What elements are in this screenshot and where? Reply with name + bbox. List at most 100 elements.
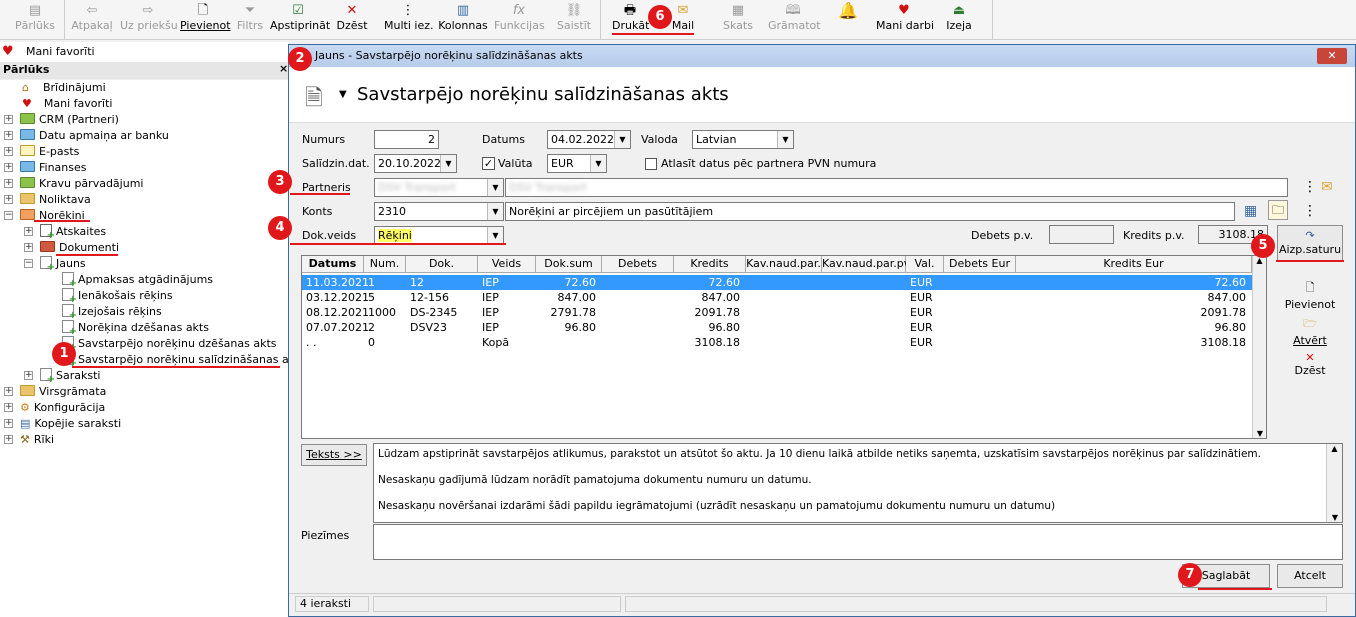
functions-button[interactable]: fx Funkcijas xyxy=(494,2,545,36)
vat-filter-checkbox[interactable] xyxy=(645,158,657,170)
calculator-icon[interactable]: ▦ xyxy=(1244,203,1257,219)
close-icon[interactable]: × xyxy=(279,62,288,75)
tree-item-lists[interactable]: Saraksti xyxy=(40,368,100,384)
mail-icon[interactable]: ✉ xyxy=(1321,179,1333,195)
column-header-debit-eur[interactable]: Debets Eur xyxy=(944,256,1016,273)
column-header-credit[interactable]: Kredits xyxy=(674,256,746,273)
link-button[interactable]: ⛓ Saistīt xyxy=(556,2,592,36)
tree-item-freight[interactable]: Kravu pārvadājumi xyxy=(20,176,143,192)
favorites-bar[interactable]: ♥ Mani favorīti xyxy=(0,42,289,62)
table-row[interactable]: 07.07.2021 2 DSV23 IEP 96.80 96.80 EUR 96.80 xyxy=(302,320,1252,335)
folder-icon[interactable]: 🗀 xyxy=(1268,200,1288,220)
fill-content-button[interactable]: ↷ Aizp.saturu xyxy=(1277,225,1343,261)
expand-icon[interactable]: + xyxy=(24,227,33,236)
column-header-debit[interactable]: Debets xyxy=(602,256,674,273)
expand-icon[interactable]: + xyxy=(4,419,13,428)
currency-checkbox[interactable]: ✓ xyxy=(482,157,495,170)
column-header-credit-eur[interactable]: Kredits Eur xyxy=(1016,256,1252,273)
column-header-num[interactable]: Num. xyxy=(364,256,406,273)
more-dots-icon[interactable]: ⋮ xyxy=(1303,203,1317,219)
tree-item-bank[interactable]: Datu apmaiņa ar banku xyxy=(20,128,169,144)
table-row[interactable]: 08.12.2021 1000 DS-2345 IEP 2791.78 2091.78 EU… xyxy=(302,305,1252,320)
approve-button[interactable]: ☑ Apstiprināt xyxy=(270,2,330,36)
partner-code-field[interactable]: DSV Transport ▼ xyxy=(374,178,504,197)
tree-item-configuration[interactable]: ⚙ Konfigurācija xyxy=(20,400,105,416)
expand-icon[interactable]: + xyxy=(4,179,13,188)
post-button[interactable]: 🕮 Grāmatot xyxy=(768,2,821,36)
chevron-down-icon[interactable]: ▼ xyxy=(339,89,347,100)
tree-item-mutual-write-off[interactable]: Savstarpējo norēķinu dzēšanas akts xyxy=(62,336,277,352)
open-line-button[interactable]: 🗁 Atvērt xyxy=(1277,315,1343,347)
notes-field[interactable] xyxy=(373,524,1343,560)
table-row[interactable]: . . 0 Kopā 3108.18 EUR 3108.18 xyxy=(302,335,1252,350)
expand-icon[interactable]: + xyxy=(4,403,13,412)
chevron-down-icon[interactable]: ▼ xyxy=(487,179,503,196)
add-line-button[interactable]: 🗋 Pievienot xyxy=(1277,279,1343,311)
partner-name-field[interactable]: DSV Transport xyxy=(505,178,1288,197)
chevron-down-icon[interactable]: ▼ xyxy=(614,131,630,148)
chevron-down-icon[interactable]: ▼ xyxy=(440,155,456,172)
back-button[interactable]: ⇦ Atpakaļ xyxy=(70,2,114,36)
tree-item-incoming-invoice[interactable]: Ienākošais rēķins xyxy=(62,288,173,304)
account-code-field[interactable]: 2310 ▼ xyxy=(374,202,504,221)
account-name-field[interactable]: Norēķini ar pircējiem un pasūtītājiem xyxy=(505,202,1235,221)
column-header-date[interactable]: Datums xyxy=(302,256,364,273)
delete-button[interactable]: ✕ Dzēst xyxy=(334,2,370,36)
chevron-down-icon[interactable]: ▼ xyxy=(777,131,793,148)
column-header-doc[interactable]: Dok. xyxy=(406,256,478,273)
tree-item-new[interactable]: Jauns xyxy=(40,256,86,272)
tree-item-settlement-write-off[interactable]: Norēķina dzēšanas akts xyxy=(62,320,209,336)
chevron-down-icon[interactable]: ▼ xyxy=(487,203,503,220)
chevron-down-icon[interactable]: ▼ xyxy=(487,227,503,244)
language-select[interactable]: Latvian ▼ xyxy=(692,130,794,149)
cancel-button[interactable]: Atcelt xyxy=(1277,564,1343,588)
scroll-down-icon[interactable]: ▼ xyxy=(1253,429,1267,438)
expand-icon[interactable]: + xyxy=(4,195,13,204)
tree-item-payment-reminder[interactable]: Apmaksas atgādinājums xyxy=(62,272,213,288)
tree-item-warehouse[interactable]: Noliktava xyxy=(20,192,91,208)
tree-item-reports[interactable]: Atskaites xyxy=(40,224,106,240)
table-row[interactable]: 11.03.2021 1 12 IEP 72.60 72.60 EUR 72.60 xyxy=(302,275,1252,290)
tree-item-finance[interactable]: Finanses xyxy=(20,160,87,176)
browser-button[interactable]: ▤ Pārlūks xyxy=(12,2,58,36)
collapse-icon[interactable]: − xyxy=(4,211,13,220)
delete-line-button[interactable]: ✕ Dzēst xyxy=(1277,351,1343,377)
column-header-type[interactable]: Veids xyxy=(478,256,536,273)
forward-button[interactable]: ⇨ Uz priekšu xyxy=(120,2,178,36)
tree-item-ledger[interactable]: Virsgrāmata xyxy=(20,384,106,400)
notifications-button[interactable]: 🔔 xyxy=(838,2,858,36)
tree-item-tools[interactable]: ⚒ Rīki xyxy=(20,432,54,448)
tree-item-favorites[interactable]: ♥ Mani favorīti xyxy=(22,96,112,112)
currency-select[interactable]: EUR ▼ xyxy=(547,154,607,173)
my-tasks-button[interactable]: ♥ Mani darbi xyxy=(876,2,934,36)
column-header-currency[interactable]: Val. xyxy=(906,256,944,273)
vertical-scrollbar[interactable]: ▲ ▼ xyxy=(1326,444,1342,522)
expand-icon[interactable]: + xyxy=(4,147,13,156)
tree-item-alerts[interactable]: ⌂ Brīdinājumi xyxy=(22,80,106,96)
text-toggle-button[interactable]: Teksts >> xyxy=(301,444,367,466)
filter-button[interactable]: ⏷ Filtrs xyxy=(234,2,266,36)
vertical-scrollbar[interactable]: ▲ ▼ xyxy=(1252,256,1266,438)
text-area[interactable]: Lūdzam apstiprināt savstarpējos atlikumu… xyxy=(373,443,1343,523)
expand-icon[interactable]: + xyxy=(4,115,13,124)
close-button[interactable]: ✕ xyxy=(1317,48,1347,64)
tree-item-email[interactable]: E-pasts xyxy=(20,144,79,160)
exit-button[interactable]: ⏏ Izeja xyxy=(944,2,974,36)
collapse-icon[interactable]: − xyxy=(24,259,33,268)
scroll-down-icon[interactable]: ▼ xyxy=(1327,513,1343,522)
expand-icon[interactable]: + xyxy=(24,371,33,380)
expand-icon[interactable]: + xyxy=(4,387,13,396)
multi-edit-button[interactable]: ⋮ Multi iez. xyxy=(384,2,433,36)
number-field[interactable]: 2 xyxy=(374,130,439,149)
tree-item-crm[interactable]: CRM (Partneri) xyxy=(20,112,119,128)
scroll-up-icon[interactable]: ▲ xyxy=(1327,444,1342,453)
expand-icon[interactable]: + xyxy=(4,435,13,444)
date-field[interactable]: 04.02.2022 ▼ xyxy=(547,130,631,149)
columns-button[interactable]: ▥ Kolonnas xyxy=(438,2,488,36)
print-button[interactable]: 🖶 Drukāt xyxy=(612,2,649,36)
table-row[interactable]: 03.12.2021 5 12-156 IEP 847.00 847.00 EUR 847.0… xyxy=(302,290,1252,305)
chevron-down-icon[interactable]: ▼ xyxy=(590,155,606,172)
view-button[interactable]: ▦ Skats xyxy=(720,2,756,36)
more-dots-icon[interactable]: ⋮ xyxy=(1303,179,1317,195)
column-header-late-fee-pv[interactable]: Kav.naud.par.pv. xyxy=(822,256,913,273)
